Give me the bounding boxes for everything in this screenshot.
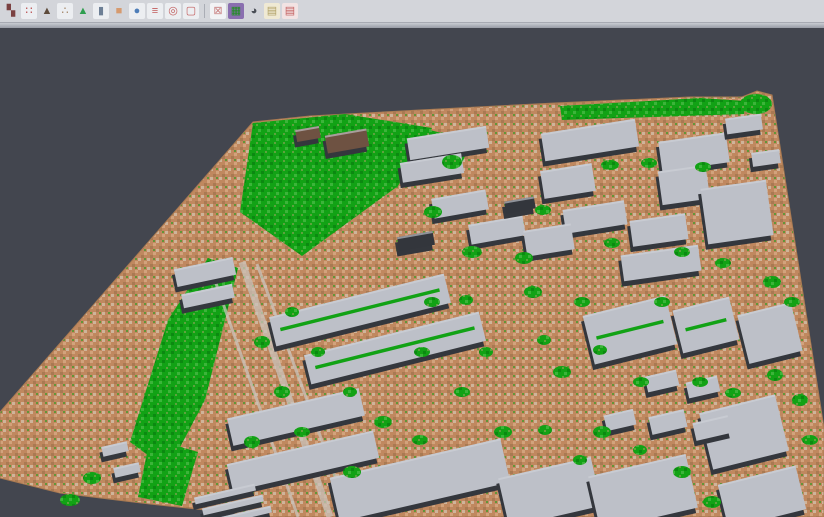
red-layers-icon[interactable]: ▤ <box>282 3 298 19</box>
sparse-points-icon[interactable]: ∴ <box>57 3 73 19</box>
main-toolbar: ▚∷▲∴▲▮■●≡◎▢⊠▦◕▤▤ <box>0 0 824 23</box>
classification-colors-icon[interactable]: ▦ <box>228 3 244 19</box>
app-window: ▚∷▲∴▲▮■●≡◎▢⊠▦◕▤▤ <box>0 0 824 517</box>
viewport-svg[interactable] <box>0 0 824 517</box>
dark-sphere-icon[interactable]: ◕ <box>246 3 262 19</box>
toolbar-divider <box>0 23 824 28</box>
toolbar-separator <box>204 4 205 18</box>
green-terrain-icon[interactable]: ▲ <box>75 3 91 19</box>
orange-plane-icon[interactable]: ■ <box>111 3 127 19</box>
red-list-icon[interactable]: ≡ <box>147 3 163 19</box>
dark-terrain-icon[interactable]: ▲ <box>39 3 55 19</box>
viewport-3d[interactable] <box>0 0 824 517</box>
red-circle-icon[interactable]: ◎ <box>165 3 181 19</box>
column-view-icon[interactable]: ▮ <box>93 3 109 19</box>
point-cloud-icon[interactable]: ▚ <box>3 3 19 19</box>
globe-icon[interactable]: ● <box>129 3 145 19</box>
filter-disabled-icon[interactable]: ⊠ <box>210 3 226 19</box>
histogram-icon[interactable]: ▤ <box>264 3 280 19</box>
crop-box-icon[interactable]: ▢ <box>183 3 199 19</box>
point-pair-picker-icon[interactable]: ∷ <box>21 3 37 19</box>
